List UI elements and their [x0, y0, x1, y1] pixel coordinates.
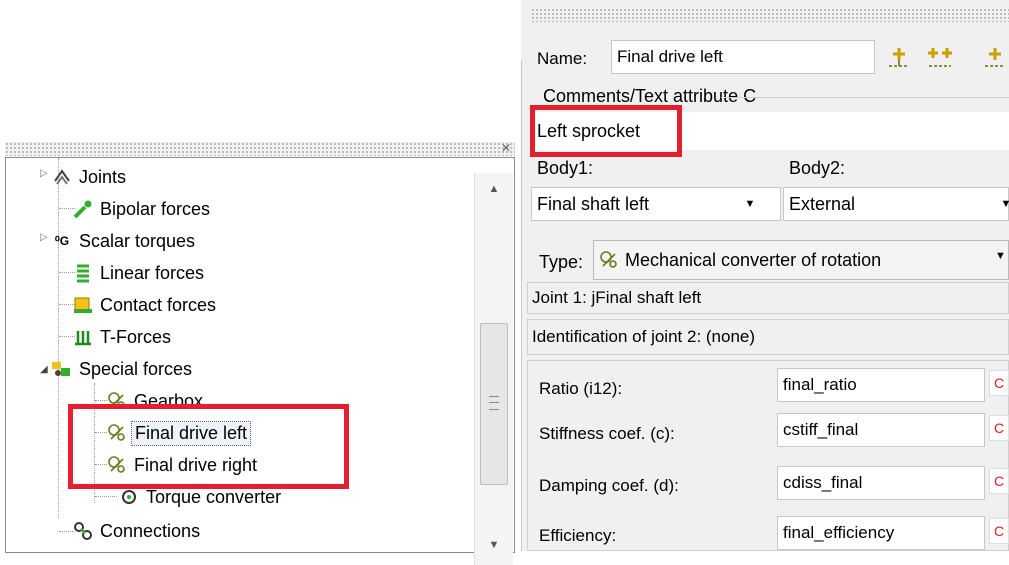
tree-connector [95, 496, 117, 497]
efficiency-field[interactable]: final_efficiency [777, 516, 985, 550]
special-forces-icon [51, 359, 73, 379]
contact-force-icon [72, 295, 94, 315]
tree-item-scalar-torques[interactable]: ⁰G Scalar torques [51, 226, 198, 256]
scroll-up-arrow-icon[interactable]: ▲ [475, 183, 513, 203]
add-element-button[interactable] [885, 44, 913, 72]
expand-joints-icon[interactable]: ▷ [40, 168, 48, 179]
gear-converter-icon [599, 250, 619, 270]
scalar-torque-icon: ⁰G [54, 234, 70, 248]
tree-item-t-forces[interactable]: T-Forces [72, 322, 174, 352]
c-button[interactable]: C [989, 415, 1009, 441]
chevron-down-icon[interactable]: ▼ [735, 189, 765, 219]
close-icon[interactable]: ✕ [501, 142, 513, 154]
linear-force-icon [72, 263, 94, 283]
bipolar-force-icon [72, 199, 94, 219]
joint1-text: Joint 1: jFinal shaft left [532, 288, 702, 307]
body2-value: External [789, 193, 856, 214]
tree-item-joints[interactable]: Joints [51, 162, 129, 192]
joint1-row: Joint 1: jFinal shaft left [527, 282, 1009, 314]
c-button[interactable]: C [989, 370, 1009, 396]
body2-select[interactable]: External [783, 187, 1009, 221]
name-field[interactable]: Final drive left [611, 40, 875, 74]
body2-label: Body2: [789, 158, 846, 178]
group-separator [721, 97, 1009, 98]
panel-divider [521, 60, 522, 551]
properties-panel-grip[interactable] [531, 8, 1009, 22]
c-button[interactable]: C [989, 518, 1009, 544]
param-label: Damping coef. (d): [539, 476, 679, 495]
body1-label: Body1: [537, 158, 594, 178]
scroll-down-arrow-icon[interactable]: ▼ [475, 539, 513, 559]
highlight-box-comments [530, 105, 682, 157]
tree-panel-grip[interactable]: ✕ [5, 142, 515, 156]
stiffness-field[interactable]: cstiff_final [777, 413, 985, 447]
joint2-text: Identification of joint 2: (none) [532, 327, 756, 346]
stiffness-value: cstiff_final [783, 420, 859, 439]
tree-scrollbar[interactable]: ▲ ▼ [474, 173, 513, 565]
tree-item-linear-forces[interactable]: Linear forces [72, 258, 207, 288]
expand-scalar-torques-icon[interactable]: ▷ [40, 232, 48, 243]
ratio-value: final_ratio [783, 375, 857, 394]
damping-value: cdiss_final [783, 473, 863, 492]
param-label: Efficiency: [539, 526, 617, 545]
tree-item-bipolar-forces[interactable]: Bipolar forces [72, 194, 213, 224]
body1-value: Final shaft left [537, 193, 650, 214]
tree-item-connections[interactable]: Connections [72, 516, 203, 546]
scroll-thumb[interactable] [480, 323, 508, 485]
type-select[interactable]: Mechanical converter of rotation [593, 240, 1009, 280]
name-value: Final drive left [617, 47, 723, 66]
type-value: Mechanical converter of rotation [625, 249, 882, 270]
insert-element-button[interactable] [981, 44, 1009, 72]
model-tree-panel: ✕ ▷ Joints Bipolar forces ▷ ⁰G Scalar to… [5, 142, 515, 565]
name-label: Name: [537, 49, 588, 68]
tree-item-special-forces[interactable]: Special forces [51, 354, 195, 384]
tree-item-contact-forces[interactable]: Contact forces [72, 290, 219, 320]
t-force-icon [72, 327, 94, 347]
tree-connector [58, 158, 59, 518]
model-tree: ▷ Joints Bipolar forces ▷ ⁰G Scalar torq… [5, 157, 515, 565]
damping-field[interactable]: cdiss_final [777, 466, 985, 500]
c-button[interactable]: C [989, 468, 1009, 494]
collapse-special-forces-icon[interactable]: ◢ [40, 364, 48, 375]
connections-icon [72, 521, 94, 541]
joints-icon [51, 167, 73, 187]
torque-converter-icon [118, 487, 140, 507]
chevron-down-icon[interactable]: ▼ [995, 250, 1006, 262]
properties-panel: Name: Final drive left Comments/Text att… [521, 0, 1009, 551]
joint2-row: Identification of joint 2: (none) [527, 319, 1009, 355]
chevron-down-icon[interactable]: ▼ [991, 189, 1009, 219]
param-label: Ratio (i12): [539, 379, 623, 398]
highlight-box-tree [68, 404, 349, 489]
ratio-field[interactable]: final_ratio [777, 368, 985, 402]
type-label: Type: [539, 252, 584, 272]
efficiency-value: final_efficiency [783, 523, 895, 542]
param-label: Stiffness coef. (c): [539, 424, 675, 443]
scroll-grip-icon [489, 396, 499, 410]
add-multiple-elements-button[interactable] [925, 44, 953, 72]
